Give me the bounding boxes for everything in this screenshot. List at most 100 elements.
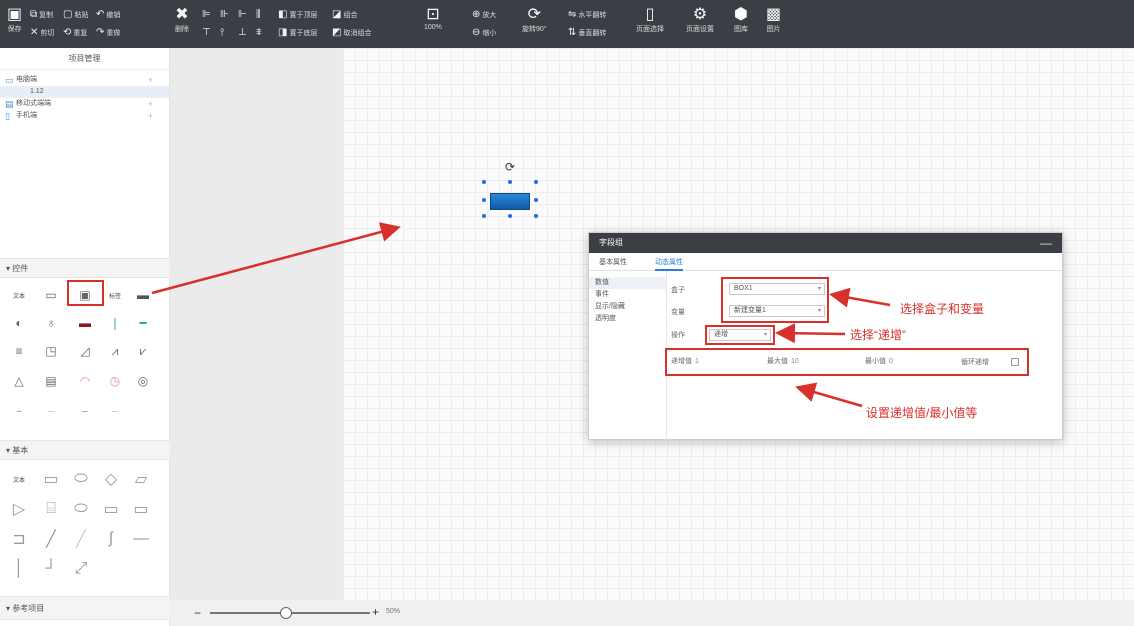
resize-handle[interactable] bbox=[534, 180, 538, 184]
add-icon[interactable]: + bbox=[148, 98, 153, 110]
page-settings-button[interactable]: ⚙ 页面设置 bbox=[686, 6, 714, 34]
control-clock[interactable]: ◷ bbox=[104, 372, 126, 390]
tree-item-desktop[interactable]: ▭ 电脑端 + bbox=[0, 74, 169, 86]
image-button[interactable]: ▩ 图片 bbox=[766, 6, 781, 34]
control-line-chart[interactable]: ⩘ bbox=[104, 342, 126, 360]
control-text[interactable]: 文本 bbox=[8, 286, 30, 304]
align-right-button[interactable]: ⊩ bbox=[238, 10, 247, 20]
ungroup-button[interactable]: ◩ 取消组合 bbox=[332, 28, 371, 38]
paste-button[interactable]: ▢ 粘贴 bbox=[63, 10, 88, 20]
library-button[interactable]: ⬢ 图库 bbox=[734, 6, 748, 34]
control-switch[interactable]: ◐ bbox=[8, 314, 30, 332]
send-back-button[interactable]: ◨ 置于底层 bbox=[278, 28, 317, 38]
control-gray-line[interactable]: ─ bbox=[74, 402, 96, 420]
bring-front-button[interactable]: ◧ 置于顶层 bbox=[278, 10, 317, 20]
control-alarm[interactable]: △ bbox=[8, 372, 30, 390]
shape-line-diag-2[interactable]: ╱ bbox=[70, 530, 92, 548]
shape-vline[interactable]: │ bbox=[8, 560, 30, 578]
control-bar[interactable]: ▬ bbox=[132, 286, 154, 304]
add-icon[interactable]: + bbox=[148, 110, 153, 122]
control-chart[interactable]: ◳ bbox=[40, 342, 62, 360]
control-table[interactable]: ▤ bbox=[40, 372, 62, 390]
resize-handle[interactable] bbox=[508, 214, 512, 218]
side-item-visibility[interactable]: 显示/隐藏 bbox=[589, 301, 666, 313]
zoom-slider-knob[interactable] bbox=[280, 607, 292, 619]
minimize-button[interactable]: — bbox=[1040, 233, 1052, 253]
align-center-button[interactable]: ⊪ bbox=[220, 10, 229, 20]
control-slider[interactable]: ━ bbox=[132, 314, 154, 332]
control-thin-line[interactable]: ─ bbox=[104, 402, 126, 420]
shape-curve[interactable]: ∫ bbox=[100, 530, 122, 548]
tree-item-mobile[interactable]: ▤ 移动式端端 + bbox=[0, 98, 169, 110]
resize-handle[interactable] bbox=[508, 180, 512, 184]
shape-rectangle[interactable]: ▭ bbox=[40, 470, 62, 488]
shape-callout[interactable]: ▭ bbox=[100, 500, 122, 518]
shape-cylinder[interactable]: ⌸ bbox=[40, 500, 62, 518]
control-green-line[interactable]: ─ bbox=[40, 402, 62, 420]
control-dial[interactable]: ◠ bbox=[74, 372, 96, 390]
control-bulb[interactable]: ♁ bbox=[40, 314, 62, 332]
cut-button[interactable]: ✕ 剪切 bbox=[30, 28, 54, 38]
tab-dynamic-props[interactable]: 动态属性 bbox=[655, 257, 683, 271]
control-input[interactable]: ▭ bbox=[40, 286, 62, 304]
resize-handle[interactable] bbox=[482, 180, 486, 184]
tree-item-page[interactable]: 1.12 bbox=[0, 86, 169, 98]
shape-parallelogram[interactable]: ▱ bbox=[130, 470, 152, 488]
shape-hline[interactable]: — bbox=[130, 530, 152, 548]
undo-button[interactable]: ↶ 撤销 bbox=[96, 10, 120, 20]
shape-arrow-line[interactable]: ⤢ bbox=[70, 560, 92, 578]
section-basic[interactable]: ▾ 基本 bbox=[0, 440, 170, 460]
zoom-out-button[interactable]: ⊖ 缩小 bbox=[472, 28, 496, 38]
control-dark-bar[interactable]: ▬ bbox=[74, 314, 96, 332]
shape-text[interactable]: 文本 bbox=[8, 470, 30, 488]
shape-ellipse[interactable]: ⬭ bbox=[70, 470, 92, 488]
control-area-chart[interactable]: ◿ bbox=[74, 342, 96, 360]
side-item-opacity[interactable]: 透明度 bbox=[589, 313, 666, 325]
control-thermometer[interactable]: ❘ bbox=[104, 314, 126, 332]
align-bottom-button[interactable]: ⊥ bbox=[238, 28, 247, 38]
resize-handle[interactable] bbox=[534, 214, 538, 218]
control-gauge-text[interactable]: ▥ bbox=[8, 342, 30, 360]
shape-tag[interactable]: ⊐ bbox=[8, 530, 30, 548]
align-middle-button[interactable]: ⫯ bbox=[220, 28, 224, 38]
rotate-button[interactable]: ⟳ 旋转90° bbox=[522, 6, 547, 34]
zoom-in-button[interactable]: ⊕ 放大 bbox=[472, 10, 496, 20]
zoom-fit-button[interactable]: ⊡ 100% bbox=[424, 6, 442, 31]
shape-rounded[interactable]: ⬭ bbox=[70, 500, 92, 518]
tab-basic-props[interactable]: 基本属性 bbox=[599, 257, 627, 267]
shape-diamond[interactable]: ◇ bbox=[100, 470, 122, 488]
resize-handle[interactable] bbox=[482, 214, 486, 218]
redo-button[interactable]: ↷ 重做 bbox=[96, 28, 120, 38]
align-left-button[interactable]: ⊫ bbox=[202, 10, 211, 20]
flip-horizontal-button[interactable]: ⇋ 水平翻转 bbox=[568, 10, 606, 20]
control-line-chart-2[interactable]: ⩗ bbox=[132, 342, 154, 360]
distribute-v-button[interactable]: ⩨ bbox=[256, 28, 262, 38]
section-reference[interactable]: ▾ 参考项目 bbox=[0, 596, 170, 620]
resize-handle[interactable] bbox=[482, 198, 486, 202]
page-select-button[interactable]: ▯ 页面选择 bbox=[636, 6, 664, 34]
control-meter[interactable]: ◎ bbox=[132, 372, 154, 390]
shape-card[interactable]: ▭ bbox=[130, 500, 152, 518]
delete-button[interactable]: ✖ 删除 bbox=[175, 6, 189, 34]
align-top-button[interactable]: ⊤ bbox=[202, 28, 211, 38]
resize-handle[interactable] bbox=[534, 198, 538, 202]
selected-field-group[interactable] bbox=[490, 193, 530, 210]
copy-button[interactable]: ⧉ 复制 bbox=[30, 10, 53, 20]
save-button[interactable]: ▣ 保存 bbox=[7, 6, 22, 34]
section-controls[interactable]: ▾ 控件 bbox=[0, 258, 170, 278]
tree-item-phone[interactable]: ▯ 手机端 + bbox=[0, 110, 169, 122]
flip-vertical-button[interactable]: ⇅ 垂直翻转 bbox=[568, 28, 606, 38]
add-icon[interactable]: + bbox=[148, 74, 153, 86]
zoom-minus-button[interactable]: − bbox=[194, 606, 201, 620]
group-button[interactable]: ◪ 组合 bbox=[332, 10, 357, 20]
rotate-handle-icon[interactable]: ⟳ bbox=[505, 160, 515, 174]
shape-line-diag[interactable]: ╱ bbox=[40, 530, 62, 548]
distribute-h-button[interactable]: ⫼ bbox=[256, 10, 261, 20]
zoom-plus-button[interactable]: + bbox=[372, 605, 379, 619]
shape-elbow[interactable]: ┘ bbox=[40, 560, 62, 578]
side-item-event[interactable]: 事件 bbox=[589, 289, 666, 301]
side-item-value[interactable]: 数值 bbox=[589, 277, 666, 289]
shape-triangle[interactable]: ▷ bbox=[8, 500, 30, 518]
control-dashed-line[interactable]: ╌ bbox=[8, 402, 30, 420]
control-tag[interactable]: 标签 bbox=[104, 286, 126, 304]
